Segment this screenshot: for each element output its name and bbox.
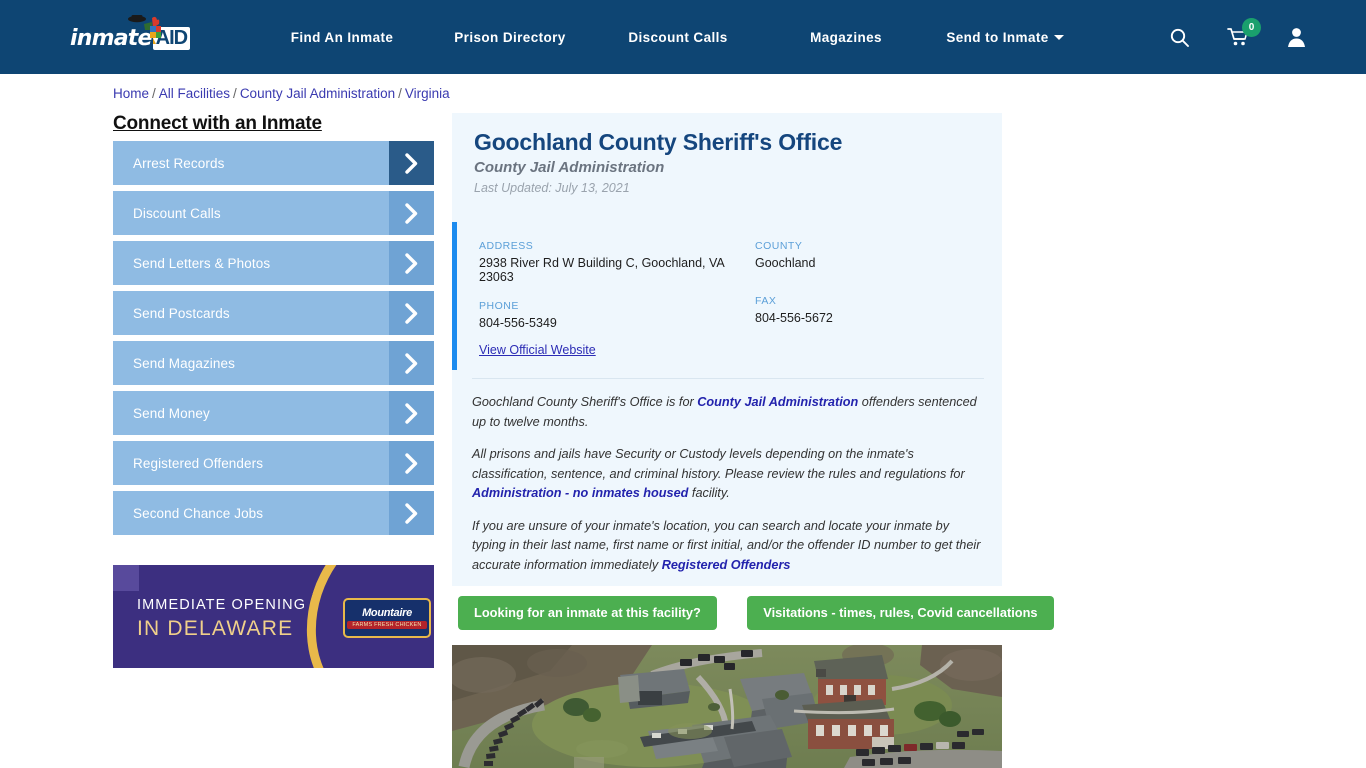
sidebar-item-label: Registered Offenders <box>133 455 264 471</box>
sidebar-item-registered-offenders[interactable]: Registered Offenders <box>113 441 434 485</box>
sidebar-item-label: Second Chance Jobs <box>133 505 264 521</box>
sidebar-item-discount-calls[interactable]: Discount Calls <box>113 191 434 235</box>
breadcrumb-item-virginia[interactable]: Virginia <box>405 86 450 101</box>
ad-headline-primary: IMMEDIATE OPENING <box>137 597 307 613</box>
cart-count-badge: 0 <box>1242 18 1261 37</box>
fax-field: FAX 804-556-5672 <box>755 295 985 325</box>
shopping-cart-icon[interactable]: 0 <box>1227 18 1261 47</box>
description-inline-link[interactable]: Administration - no inmates housed <box>472 486 688 500</box>
breadcrumb-item-all-facilities[interactable]: All Facilities <box>159 86 230 101</box>
sidebar-advertisement[interactable]: IMMEDIATE OPENING IN DELAWARE Mountaire … <box>113 565 434 668</box>
site-logo[interactable]: inmate AID <box>70 15 192 58</box>
sidebar-item-send-money[interactable]: Send Money <box>113 391 434 435</box>
accent-bar <box>452 222 457 370</box>
search-icon[interactable] <box>1170 28 1189 47</box>
nav-magazines[interactable]: Magazines <box>762 30 930 45</box>
chevron-right-icon <box>389 491 434 535</box>
sidebar-menu: Arrest Records Discount Calls Send Lette… <box>113 141 434 541</box>
nav-find-an-inmate[interactable]: Find An Inmate <box>258 30 426 45</box>
facility-info-panel: Goochland County Sheriff's Office County… <box>452 113 1002 586</box>
facility-aerial-photo <box>452 645 1002 768</box>
view-official-website-link[interactable]: View Official Website <box>479 343 596 357</box>
ad-brand-tagline: FARMS FRESH CHICKEN <box>347 621 427 629</box>
sidebar-item-send-magazines[interactable]: Send Magazines <box>113 341 434 385</box>
header-icon-group: 0 <box>1170 0 1306 74</box>
address-label: ADDRESS <box>479 240 534 252</box>
sidebar-item-label: Send Magazines <box>133 355 235 371</box>
ad-brand-logo: Mountaire FARMS FRESH CHICKEN <box>343 598 431 638</box>
last-updated-text: Last Updated: July 13, 2021 <box>474 181 630 195</box>
contact-column-right: COUNTY Goochland FAX 804-556-5672 <box>755 240 985 341</box>
description-inline-link[interactable]: County Jail Administration <box>697 395 858 409</box>
main-navigation: Find An Inmate Prison Directory Discount… <box>258 0 1080 74</box>
description-paragraph-2: All prisons and jails have Security or C… <box>472 447 965 500</box>
chevron-right-icon <box>389 291 434 335</box>
breadcrumb-item-home[interactable]: Home <box>113 86 149 101</box>
breadcrumb: Home / All Facilities / County Jail Administ… <box>113 86 450 101</box>
county-label: COUNTY <box>755 240 803 252</box>
sidebar-item-label: Send Letters & Photos <box>133 255 271 271</box>
address-value: 2938 River Rd W Building C, Goochland, V… <box>479 256 725 284</box>
sidebar-item-label: Send Money <box>133 405 210 421</box>
chevron-right-icon <box>389 241 434 285</box>
chevron-right-icon <box>389 141 434 185</box>
looking-for-inmate-button[interactable]: Looking for an inmate at this facility? <box>458 596 717 630</box>
phone-value: 804-556-5349 <box>479 316 557 330</box>
sidebar-heading: Connect with an Inmate <box>113 113 322 134</box>
county-field: COUNTY Goochland <box>755 240 985 270</box>
sidebar-item-label: Arrest Records <box>133 155 225 171</box>
sidebar-item-arrest-records[interactable]: Arrest Records <box>113 141 434 185</box>
address-field: ADDRESS 2938 River Rd W Building C, Gooc… <box>479 240 729 284</box>
chevron-right-icon <box>389 441 434 485</box>
facility-contact-card: ADDRESS 2938 River Rd W Building C, Gooc… <box>452 222 1002 378</box>
description-paragraph-1: Goochland County Sheriff's Office is for… <box>472 395 977 429</box>
sidebar-item-send-postcards[interactable]: Send Postcards <box>113 291 434 335</box>
nav-send-to-inmate[interactable]: Send to Inmate <box>930 30 1080 45</box>
breadcrumb-separator: / <box>398 86 402 101</box>
phone-field: PHONE 804-556-5349 <box>479 300 729 330</box>
sidebar-item-label: Discount Calls <box>133 205 221 221</box>
ad-headline-secondary: IN DELAWARE <box>137 617 294 640</box>
section-divider <box>472 378 984 379</box>
nav-send-to-inmate-label: Send to Inmate <box>946 29 1049 45</box>
breadcrumb-item-county-jail-administration[interactable]: County Jail Administration <box>240 86 395 101</box>
nav-prison-directory[interactable]: Prison Directory <box>426 30 594 45</box>
phone-label: PHONE <box>479 300 519 312</box>
cta-button-row: Looking for an inmate at this facility? … <box>458 596 1054 630</box>
contact-column-left: ADDRESS 2938 River Rd W Building C, Gooc… <box>479 240 729 346</box>
visitations-button[interactable]: Visitations - times, rules, Covid cancel… <box>747 596 1054 630</box>
sidebar-item-second-chance-jobs[interactable]: Second Chance Jobs <box>113 491 434 535</box>
user-account-icon[interactable] <box>1287 27 1306 47</box>
fax-value: 804-556-5672 <box>755 311 833 325</box>
sidebar-item-label: Send Postcards <box>133 305 230 321</box>
sidebar-item-send-letters-photos[interactable]: Send Letters & Photos <box>113 241 434 285</box>
fax-label: FAX <box>755 295 777 307</box>
chevron-right-icon <box>389 191 434 235</box>
page-title: Goochland County Sheriff's Office <box>474 129 843 155</box>
facility-type-subtitle: County Jail Administration <box>474 159 665 176</box>
description-paragraph-3: If you are unsure of your inmate's locat… <box>472 518 981 572</box>
nav-discount-calls[interactable]: Discount Calls <box>594 30 762 45</box>
description-inline-link[interactable]: Registered Offenders <box>662 558 791 572</box>
site-header: inmate AID Find An Inmate Prison Directo… <box>0 0 1366 74</box>
ad-corner-accent <box>113 565 139 591</box>
chevron-right-icon <box>389 341 434 385</box>
rooster-logo-icon <box>128 15 161 44</box>
county-value: Goochland <box>755 256 816 270</box>
facility-description: Goochland County Sheriff's Office is for… <box>472 393 985 588</box>
ad-brand-name: Mountaire <box>362 607 412 619</box>
breadcrumb-separator: / <box>233 86 237 101</box>
chevron-down-icon <box>1053 35 1064 41</box>
breadcrumb-separator: / <box>152 86 156 101</box>
chevron-right-icon <box>389 391 434 435</box>
